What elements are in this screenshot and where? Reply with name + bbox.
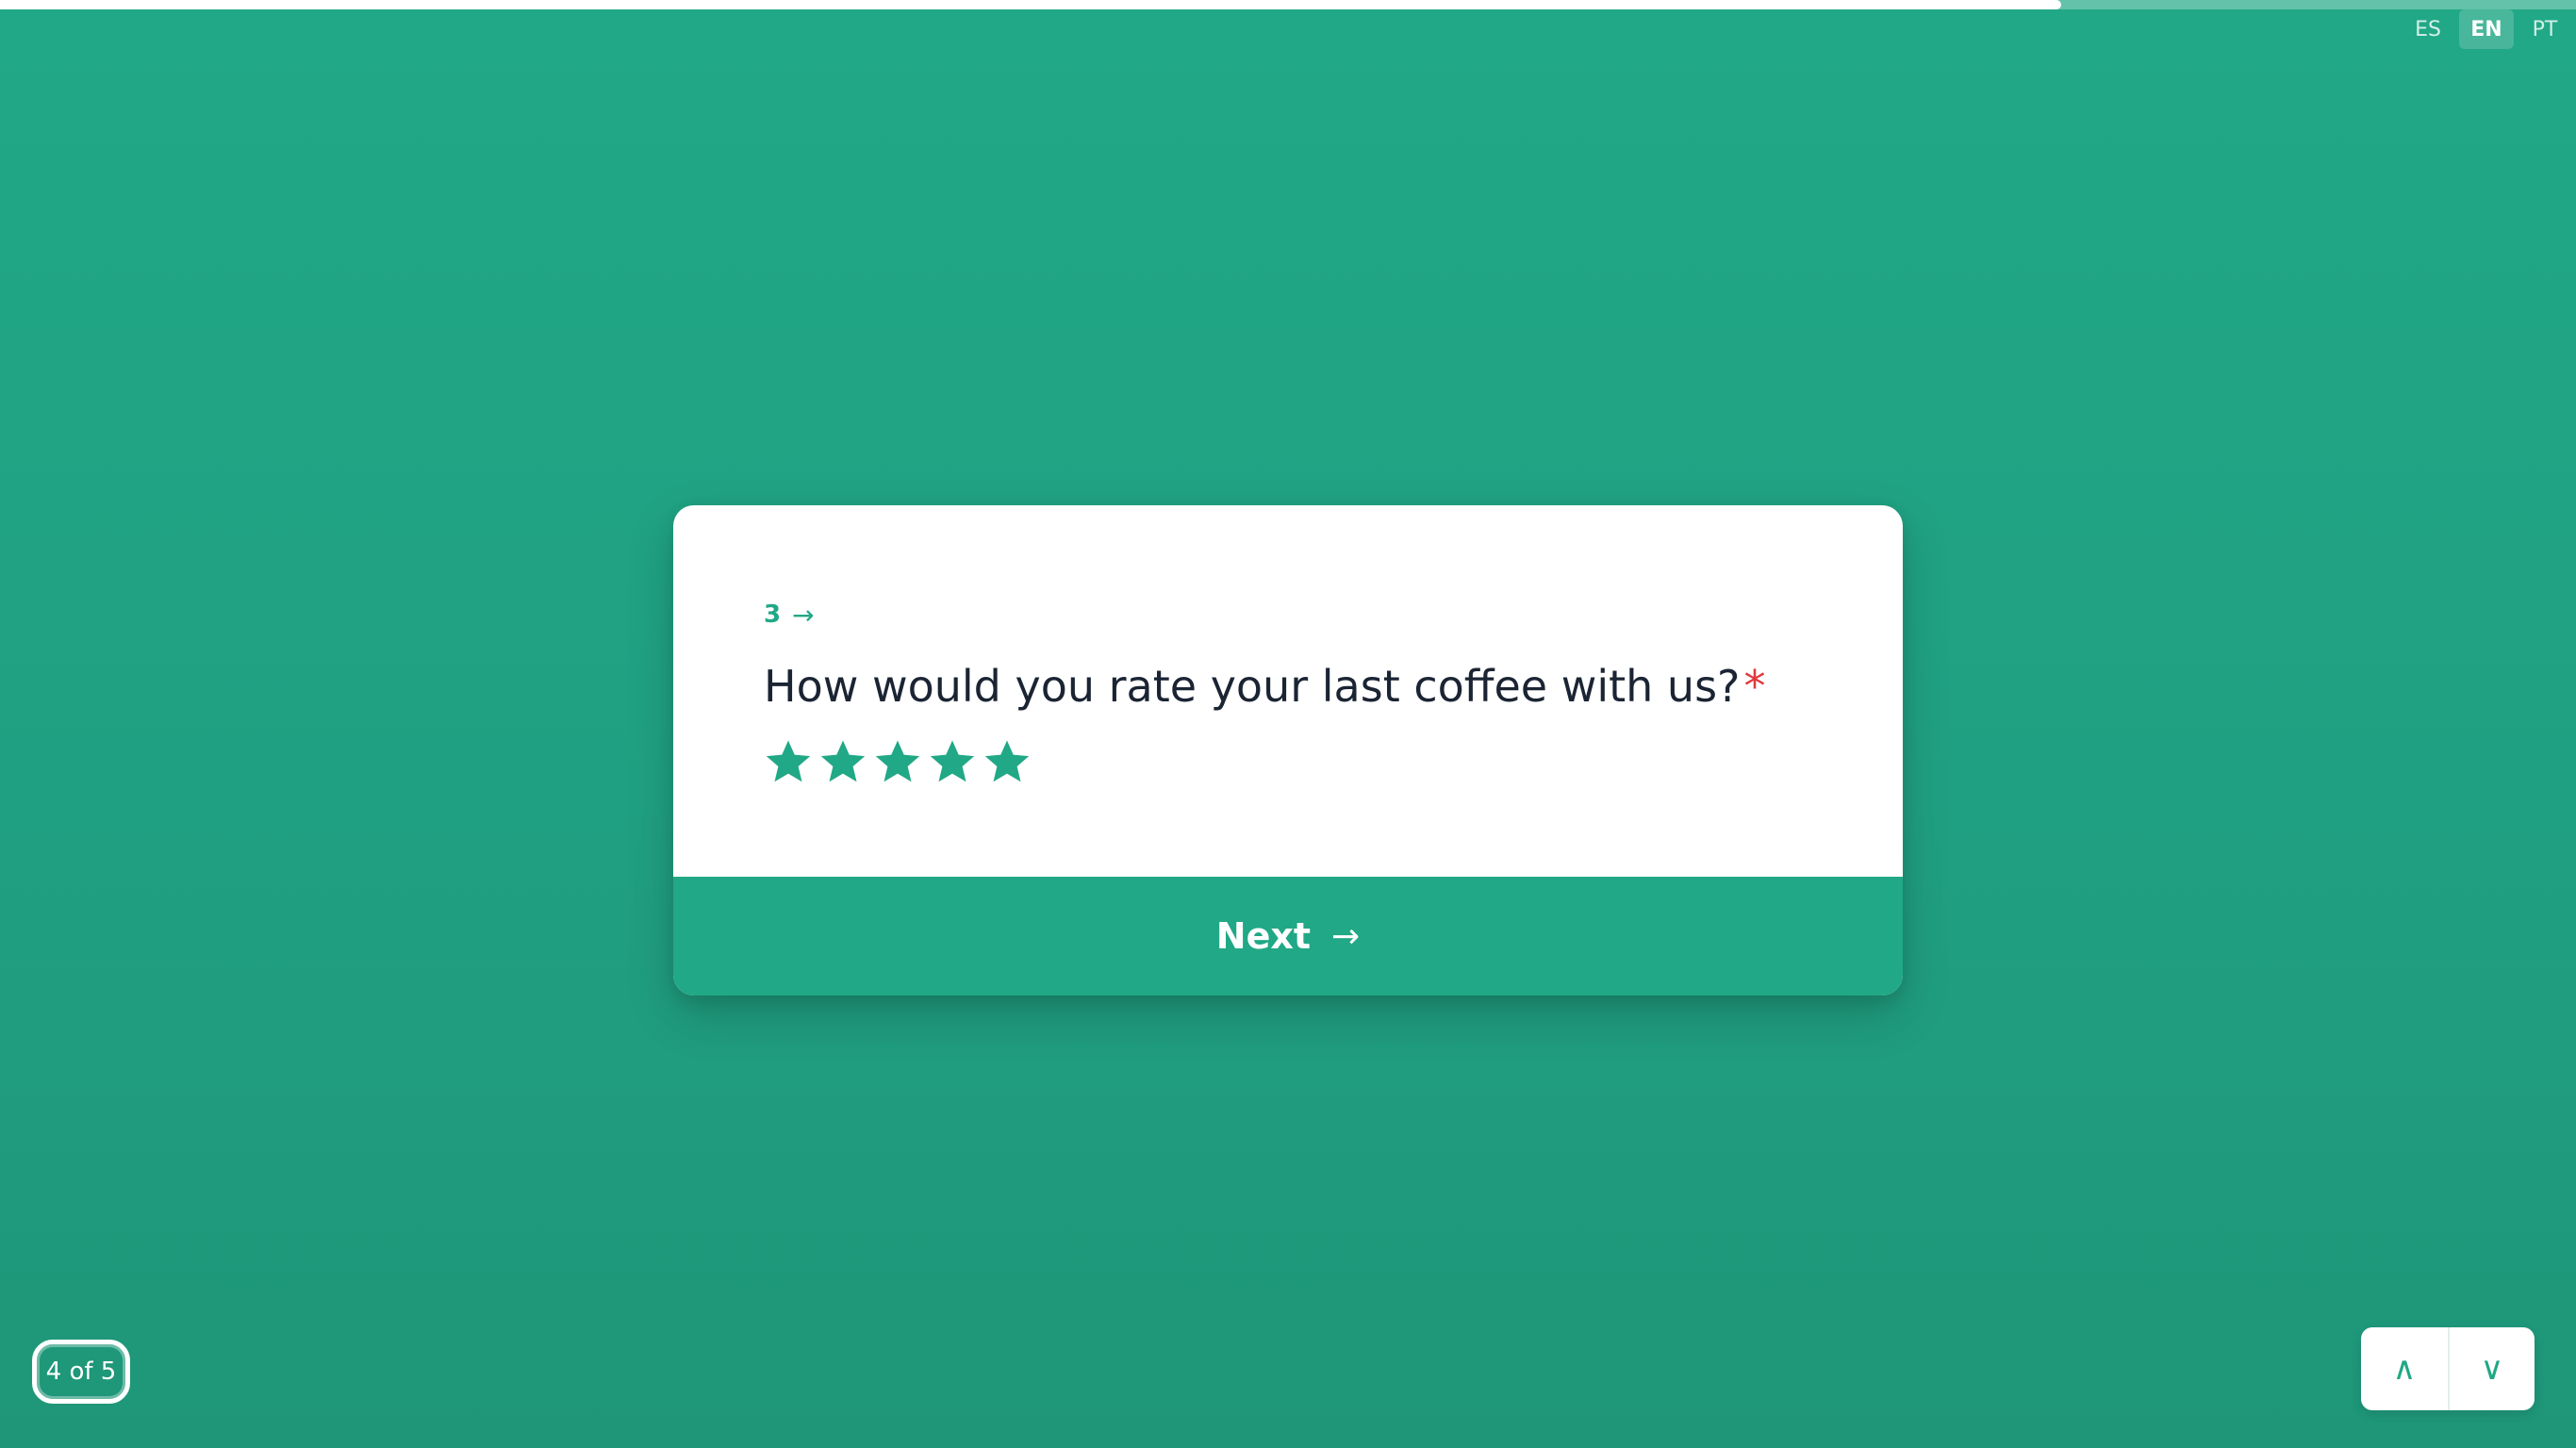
star-icon[interactable] [983, 737, 1032, 786]
progress-bar-fill [0, 0, 2061, 9]
language-option-en[interactable]: EN [2459, 9, 2514, 49]
required-asterisk: * [1743, 661, 1766, 712]
next-question-button[interactable]: ∨ [2448, 1327, 2535, 1410]
question-number: 3 → [764, 596, 1812, 634]
arrow-right-icon: → [792, 599, 815, 631]
step-counter: 4 of 5 [32, 1340, 130, 1404]
question-title: How would you rate your last coffee with… [764, 658, 1812, 715]
next-button-label: Next [1215, 915, 1312, 957]
star-rating [764, 737, 1812, 786]
star-icon[interactable] [928, 737, 977, 786]
arrow-right-icon: → [1331, 916, 1361, 956]
language-switcher: ES EN PT [2401, 9, 2572, 49]
chevron-up-icon: ∧ [2392, 1350, 2417, 1388]
chevron-down-icon: ∨ [2480, 1350, 2504, 1388]
question-body: 3 → How would you rate your last coffee … [764, 596, 1812, 786]
star-icon[interactable] [873, 737, 922, 786]
star-icon[interactable] [764, 737, 813, 786]
next-button[interactable]: Next → [673, 877, 1903, 996]
question-card: 3 → How would you rate your last coffee … [673, 505, 1903, 996]
question-navigation: ∧ ∨ [2361, 1327, 2535, 1410]
previous-question-button[interactable]: ∧ [2361, 1327, 2448, 1410]
question-title-text: How would you rate your last coffee with… [764, 661, 1741, 712]
language-option-es[interactable]: ES [2401, 9, 2455, 49]
language-option-pt[interactable]: PT [2518, 9, 2572, 49]
star-icon[interactable] [818, 737, 867, 786]
progress-bar [0, 0, 2576, 9]
question-number-value: 3 [764, 601, 782, 629]
